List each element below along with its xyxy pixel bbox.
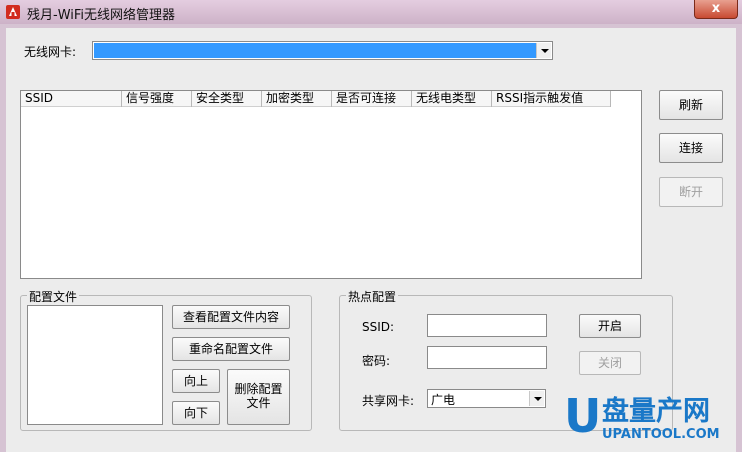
network-list-header: SSID 信号强度 安全类型 加密类型 是否可连接 无线电类型 RSSI指示触发…	[21, 91, 611, 107]
column-header-radio-type[interactable]: 无线电类型	[412, 91, 492, 107]
watermark-site: UPANTOOL.COM	[602, 427, 720, 442]
adapter-label: 无线网卡:	[24, 45, 77, 59]
hotspot-ssid-input[interactable]	[427, 314, 547, 337]
move-down-button[interactable]: 向下	[172, 401, 220, 425]
view-profile-content-button[interactable]: 查看配置文件内容	[172, 305, 290, 329]
move-up-button[interactable]: 向上	[172, 369, 220, 393]
column-header-security[interactable]: 安全类型	[192, 91, 262, 107]
delete-profile-button[interactable]: 删除配置 文件	[227, 369, 290, 425]
adapter-selection-highlight	[94, 43, 536, 58]
hotspot-group-title: 热点配置	[346, 288, 399, 305]
column-header-signal[interactable]: 信号强度	[122, 91, 192, 107]
disconnect-button[interactable]: 断开	[659, 177, 723, 207]
share-adapter-value: 广电	[431, 393, 456, 407]
site-watermark: U 盘量产网 UPANTOOL.COM	[560, 384, 742, 452]
app-window: 残月-WiFi无线网络管理器 x 无线网卡: SSID 信号强度 安全类型 加密…	[0, 0, 742, 452]
column-header-rssi[interactable]: RSSI指示触发值	[492, 91, 611, 107]
chevron-down-icon[interactable]	[529, 391, 544, 406]
connect-button[interactable]: 连接	[659, 133, 723, 163]
watermark-logo: U 盘量产网 UPANTOOL.COM	[564, 389, 720, 443]
chevron-down-icon[interactable]	[536, 43, 551, 58]
share-adapter-select[interactable]: 广电	[427, 389, 546, 408]
profiles-group-title: 配置文件	[27, 288, 80, 305]
rename-profile-button[interactable]: 重命名配置文件	[172, 337, 290, 361]
adapter-select[interactable]	[92, 41, 553, 60]
watermark-brand: 盘量产网	[602, 395, 710, 427]
share-adapter-label: 共享网卡:	[362, 394, 415, 408]
window-title: 残月-WiFi无线网络管理器	[27, 8, 176, 23]
refresh-button[interactable]: 刷新	[659, 90, 723, 120]
column-header-encryption[interactable]: 加密类型	[262, 91, 332, 107]
column-header-ssid[interactable]: SSID	[21, 91, 122, 107]
stop-hotspot-button[interactable]: 关闭	[579, 351, 641, 375]
column-header-connectable[interactable]: 是否可连接	[332, 91, 412, 107]
network-list[interactable]: SSID 信号强度 安全类型 加密类型 是否可连接 无线电类型 RSSI指示触发…	[20, 90, 642, 279]
title-bar[interactable]: 残月-WiFi无线网络管理器 x	[0, 0, 742, 24]
profiles-group: 配置文件 查看配置文件内容 重命名配置文件 向上 向下 删除配置 文件	[20, 288, 312, 431]
watermark-letter: U	[564, 389, 601, 443]
hotspot-ssid-label: SSID:	[362, 320, 395, 334]
app-logo-icon	[5, 4, 21, 20]
delete-profile-button-line1: 删除配置	[234, 382, 283, 396]
start-hotspot-button[interactable]: 开启	[579, 314, 641, 338]
profiles-list[interactable]	[27, 305, 163, 425]
delete-profile-button-line2: 文件	[246, 396, 271, 410]
hotspot-password-label: 密码:	[362, 354, 391, 368]
hotspot-password-input[interactable]	[427, 346, 547, 369]
close-button[interactable]: x	[694, 0, 738, 19]
